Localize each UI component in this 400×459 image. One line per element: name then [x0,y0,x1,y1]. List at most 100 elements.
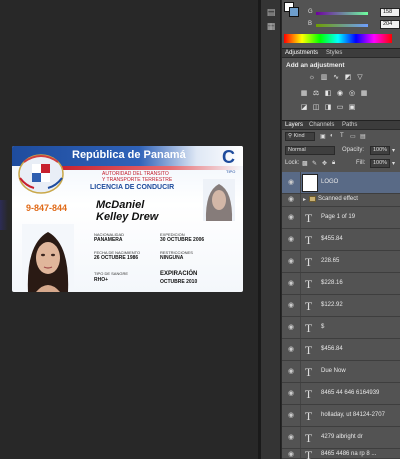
channel-mixer-icon[interactable]: ◎ [348,90,356,98]
lock-all-icon[interactable]: 🔒︎ [332,160,335,167]
text-layer-icon: T [304,409,313,423]
layer-row-text[interactable]: ◉ T 4279 albright dr [282,427,400,449]
expiry-label: EXPIRACIÓN [160,271,198,277]
exposure-icon[interactable]: ◩ [344,74,352,82]
layer-row-text[interactable]: ◉ T $228.16 [282,273,400,295]
chevron-down-icon[interactable]: ▾ [392,147,395,154]
vibrance-icon[interactable]: ▽ [356,74,364,82]
color-spectrum-bar[interactable] [284,34,392,43]
row-separator [300,251,301,272]
text-layer-icon: T [304,448,313,459]
blue-gradient-bar[interactable] [316,24,368,27]
gradient-map-icon[interactable]: ▭ [336,104,344,112]
threshold-icon[interactable]: ◨ [324,104,332,112]
green-label: G [308,9,313,15]
row-separator [300,194,301,206]
opacity-label: Opacity: [342,147,365,153]
visibility-eye-icon[interactable]: ◉ [285,367,297,377]
row-separator [300,273,301,294]
tab-styles[interactable]: Styles [326,50,342,56]
properties-icon[interactable]: ▦ [264,22,278,32]
opacity-field[interactable]: 100% [370,146,390,155]
blend-mode-select[interactable]: Normal [285,146,335,155]
visibility-eye-icon[interactable]: ◉ [285,433,297,443]
invert-icon[interactable]: ◪ [300,104,308,112]
chevron-down-icon[interactable]: ▾ [392,160,395,167]
filter-pixel-icon[interactable]: ▣ [320,133,326,140]
foreground-background-swatch[interactable] [284,2,300,18]
visibility-eye-icon[interactable]: ◉ [285,450,297,459]
black-white-icon[interactable]: ◧ [324,90,332,98]
photo-filter-icon[interactable]: ◉ [336,90,344,98]
green-slider[interactable]: G 158 [308,8,400,19]
layer-row-text[interactable]: ◉ T 8465 4486 na rp 8 ... [282,448,400,459]
visibility-eye-icon[interactable]: ◉ [285,213,297,223]
layer-row-text[interactable]: ◉ T 228.65 [282,251,400,273]
photoshop-window: República de Panamá AUTORIDAD DEL TRANSI… [0,0,400,459]
filter-adjustment-icon[interactable]: ◐ [330,133,334,139]
row-separator [300,361,301,382]
visibility-eye-icon[interactable]: ◉ [285,257,297,267]
brightness-icon[interactable]: ☼ [308,74,316,82]
fill-field[interactable]: 100% [370,159,390,168]
layer-row-text[interactable]: ◉ T 8465 44 646 6164939 [282,383,400,405]
tab-paths[interactable]: Paths [342,122,357,128]
filter-smart-icon[interactable]: ▤ [360,133,366,140]
text-layer-icon: T [304,299,313,313]
layer-group-scanned-effect[interactable]: ◉ ▸ Scanned effect [282,194,400,207]
posterize-icon[interactable]: ◫ [312,104,320,112]
document-canvas[interactable]: República de Panamá AUTORIDAD DEL TRANSI… [0,0,258,459]
text-layer-icon: T [304,277,313,291]
holder-ghost-photo [203,179,235,221]
layer-row-text[interactable]: ◉ T Due Now [282,361,400,383]
visibility-eye-icon[interactable]: ◉ [285,389,297,399]
text-layer-icon: T [304,387,313,401]
visibility-eye-icon[interactable]: ◉ [285,279,297,289]
tab-channels[interactable]: Channels [309,122,334,128]
visibility-eye-icon[interactable]: ◉ [285,195,297,205]
visibility-eye-icon[interactable]: ◉ [285,345,297,355]
curves-icon[interactable]: ∿ [332,74,340,82]
hue-saturation-icon[interactable]: ▦ [300,90,308,98]
color-panel: G 158 B 204 [282,0,400,46]
filter-type-icon[interactable]: T [340,133,344,139]
layer-kind-filter[interactable]: ⚲ Kind [285,132,315,141]
row-separator [300,427,301,448]
visibility-eye-icon[interactable]: ◉ [285,411,297,421]
visibility-eye-icon[interactable]: ◉ [285,235,297,245]
expand-arrow-icon[interactable]: ▸ [303,196,306,203]
visibility-eye-icon[interactable]: ◉ [285,178,297,188]
selective-color-icon[interactable]: ▣ [348,104,356,112]
layer-row-logo[interactable]: ◉ LOGO [282,172,400,194]
layer-name: $228.16 [321,280,343,286]
tab-adjustments[interactable]: Adjustments [285,50,318,56]
lock-transparent-icon[interactable]: ▩ [302,160,308,167]
visibility-eye-icon[interactable]: ◉ [285,323,297,333]
green-value-field[interactable]: 158 [380,8,400,17]
color-balance-icon[interactable]: ⚖ [312,90,320,98]
right-panel: G 158 B 204 Adjustments Styles Add an ad… [282,0,400,459]
green-gradient-bar[interactable] [316,12,368,15]
issue-value: 30 OCTUBRE 2006 [160,237,205,243]
blue-slider[interactable]: B 204 [308,20,400,31]
layer-row-text[interactable]: ◉ T Page 1 of 19 [282,207,400,229]
layer-row-text[interactable]: ◉ T $ [282,317,400,339]
tab-layers[interactable]: Layers [285,122,303,128]
lock-brush-icon[interactable]: ✎ [312,160,317,167]
layer-row-text[interactable]: ◉ T holladay, ut 84124-2707 [282,405,400,427]
layer-row-text[interactable]: ◉ T $456.84 [282,339,400,361]
levels-icon[interactable]: ▥ [320,74,328,82]
layer-name: $122.92 [321,302,343,308]
coat-of-arms-seal [18,154,64,194]
layer-row-text[interactable]: ◉ T $122.92 [282,295,400,317]
color-lookup-icon[interactable]: ▦ [360,90,368,98]
visibility-eye-icon[interactable]: ◉ [285,301,297,311]
blue-value-field[interactable]: 204 [380,20,400,29]
adjustments-heading: Add an adjustment [286,62,345,69]
blood-value: RHO+ [94,277,109,283]
lock-move-icon[interactable]: ✥ [322,160,327,167]
layer-name: holladay, ut 84124-2707 [321,412,385,418]
history-icon[interactable]: ▤ [264,8,278,18]
layer-row-text[interactable]: ◉ T $455.84 [282,229,400,251]
filter-shape-icon[interactable]: ▭ [350,133,356,140]
